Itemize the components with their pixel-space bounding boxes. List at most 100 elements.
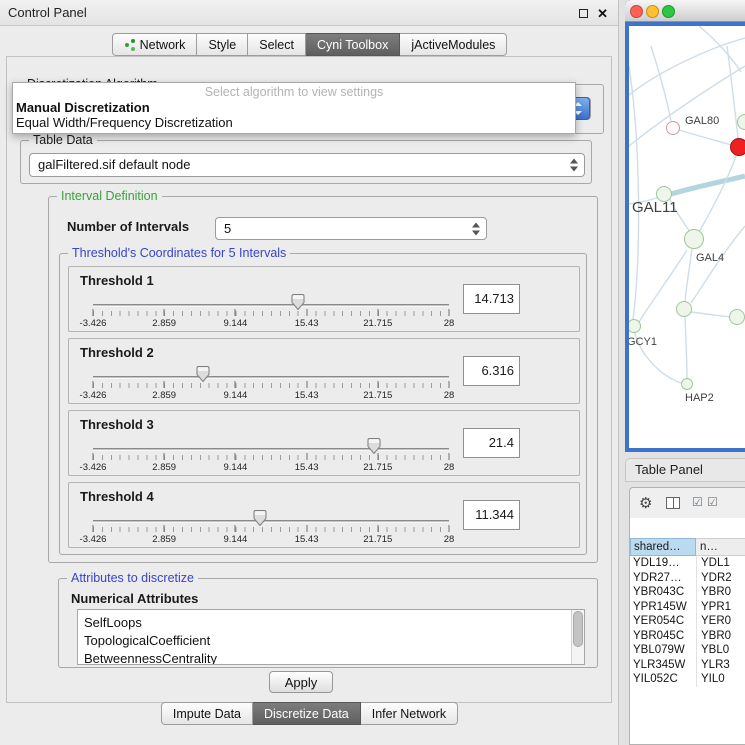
table-row[interactable]: YER054CYER0: [630, 614, 745, 629]
tab-cyni-toolbox[interactable]: Cyni Toolbox: [306, 33, 400, 56]
control-panel-window: Control Panel ✕ Network Style Select Cyni T…: [0, 0, 619, 745]
scale-label: 9.144: [224, 390, 248, 401]
interval-definition-group: Interval Definition Number of Intervals …: [48, 196, 598, 563]
table-row[interactable]: YDR27…YDR2: [630, 571, 745, 586]
threshold-slider[interactable]: -3.4262.8599.14415.4321.71528: [93, 435, 449, 475]
columns-icon[interactable]: [666, 497, 680, 509]
network-node[interactable]: [681, 378, 693, 390]
threshold-slider[interactable]: -3.4262.8599.14415.4321.71528: [93, 363, 449, 403]
number-of-intervals-select[interactable]: 5: [215, 217, 487, 240]
table-row[interactable]: YBR043CYBR0: [630, 585, 745, 600]
table-body: shared… n… YDL19…YDL1YDR27…YDR2YBR043CYB…: [630, 518, 745, 744]
major-tick-icon: [306, 309, 307, 316]
close-icon[interactable]: ✕: [597, 7, 608, 20]
zoom-traffic-icon[interactable]: [662, 5, 675, 18]
scale-label: -3.426: [80, 318, 107, 329]
tab-label: Select: [259, 38, 294, 52]
float-window-icon[interactable]: [579, 9, 588, 18]
table-data-group: Table Data galFiltered.sif default node: [20, 140, 592, 184]
scale-label: 28: [444, 390, 455, 401]
network-node-label: HAP2: [685, 392, 714, 404]
tab-style[interactable]: Style: [197, 33, 248, 56]
table-row[interactable]: YBL079WYBL0: [630, 643, 745, 658]
stepper-icon: [472, 222, 481, 235]
tab-network[interactable]: Network: [112, 33, 198, 56]
network-node[interactable]: [730, 138, 745, 156]
slider-track: [93, 304, 449, 307]
table-row[interactable]: YIL052CYIL0: [630, 672, 745, 687]
major-tick-icon: [235, 525, 236, 532]
network-node-label: GCY1: [629, 336, 657, 348]
scrollbar-thumb[interactable]: [573, 611, 583, 647]
threshold-panel: Threshold 3 -3.4262.8599.14415.4321.7152…: [68, 410, 580, 476]
threshold-value-field[interactable]: 14.713: [463, 284, 520, 314]
slider-thumb[interactable]: [254, 510, 267, 526]
table-row[interactable]: YPR145WYPR1: [630, 600, 745, 615]
network-node[interactable]: [729, 309, 745, 325]
tab-discretize-data[interactable]: Discretize Data: [253, 702, 361, 725]
slider-thumb[interactable]: [368, 438, 381, 454]
table-row[interactable]: YBR045CYBR0: [630, 629, 745, 644]
gear-icon[interactable]: ⚙: [639, 494, 652, 512]
scale-label: 2.859: [152, 534, 176, 545]
threshold-value-field[interactable]: 11.344: [463, 500, 520, 530]
threshold-value-field[interactable]: 21.4: [463, 428, 520, 458]
threshold-slider[interactable]: -3.4262.8599.14415.4321.71528: [93, 507, 449, 547]
table-cell: YBL079W: [630, 643, 696, 658]
tab-label: Cyni Toolbox: [317, 38, 388, 52]
apply-button[interactable]: Apply: [269, 671, 333, 693]
close-traffic-icon[interactable]: [630, 5, 643, 18]
select-all-icon[interactable]: ☑: [692, 495, 703, 509]
scale-label: 15.43: [295, 318, 319, 329]
tab-jactivemodules[interactable]: jActiveModules: [400, 33, 507, 56]
major-tick-icon: [377, 453, 378, 460]
table-panel-title: Table Panel: [635, 462, 703, 477]
group-title: Threshold's Coordinates for 5 Intervals: [68, 246, 290, 260]
slider-thumb[interactable]: [292, 294, 305, 310]
tab-infer-network[interactable]: Infer Network: [361, 702, 458, 725]
network-node[interactable]: [666, 121, 680, 135]
major-tick-icon: [93, 525, 94, 532]
numerical-attributes-label: Numerical Attributes: [71, 591, 198, 606]
select-none-icon[interactable]: ☑: [707, 495, 718, 509]
column-header-shared-name[interactable]: shared…: [630, 538, 696, 556]
attribute-item[interactable]: TopologicalCoefficient: [78, 632, 584, 650]
table-row[interactable]: YLR345WYLR3: [630, 658, 745, 673]
control-panel-titlebar[interactable]: Control Panel ✕: [0, 0, 618, 26]
slider-ticks-icon: [93, 527, 449, 532]
tab-select[interactable]: Select: [248, 33, 306, 56]
slider-track: [93, 448, 449, 451]
table-panel-titlebar[interactable]: Table Panel: [625, 458, 745, 482]
table-cell: YLR3: [696, 658, 745, 673]
group-title: Attributes to discretize: [67, 571, 198, 585]
network-window-titlebar[interactable]: [625, 0, 745, 22]
attributes-group: Attributes to discretize Numerical Attri…: [58, 578, 598, 668]
scale-label: 28: [444, 462, 455, 473]
network-node[interactable]: [684, 229, 704, 249]
attribute-item[interactable]: BetweennessCentrality: [78, 650, 584, 665]
scale-label: 28: [444, 534, 455, 545]
scale-label: 21.715: [363, 390, 392, 401]
table-cell: YBR0: [696, 585, 745, 600]
table-cell: YDR27…: [630, 571, 696, 586]
dropdown-item-manual-discretization[interactable]: Manual Discretization: [13, 100, 575, 115]
network-node[interactable]: [676, 301, 692, 317]
attribute-items: SelfLoopsTopologicalCoefficientBetweenne…: [78, 610, 584, 665]
list-scrollbar[interactable]: [571, 610, 584, 664]
network-canvas[interactable]: GAL80GAL11GAL4GCY1HAP2: [629, 26, 745, 448]
threshold-value-field[interactable]: 6.316: [463, 356, 520, 386]
attribute-item[interactable]: SelfLoops: [78, 614, 584, 632]
numerical-attributes-list[interactable]: SelfLoopsTopologicalCoefficientBetweenne…: [77, 609, 585, 665]
dropdown-item-equal-width-frequency[interactable]: Equal Width/Frequency Discretization: [13, 115, 575, 130]
table-cell: YDL1: [696, 556, 745, 571]
group-title: Interval Definition: [57, 189, 162, 203]
threshold-slider[interactable]: -3.4262.8599.14415.4321.71528: [93, 291, 449, 331]
tab-impute-data[interactable]: Impute Data: [161, 702, 253, 725]
threshold-label: Threshold 4: [80, 489, 154, 504]
tab-label: Network: [140, 38, 186, 52]
column-header-name[interactable]: n…: [696, 538, 745, 556]
slider-thumb[interactable]: [197, 366, 210, 382]
table-data-select[interactable]: galFiltered.sif default node: [29, 153, 585, 177]
minimize-traffic-icon[interactable]: [646, 5, 659, 18]
table-row[interactable]: YDL19…YDL1: [630, 556, 745, 571]
